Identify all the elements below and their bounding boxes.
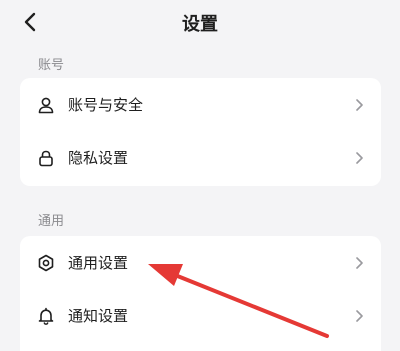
chevron-right-icon (353, 256, 365, 269)
page-title: 设置 (182, 14, 218, 35)
lock-icon (37, 149, 55, 167)
bell-icon (37, 307, 55, 325)
person-icon (37, 96, 55, 114)
top-bar: 设置 (0, 0, 400, 46)
general-settings-item[interactable]: 通用设置 (20, 236, 381, 289)
notification-settings-item[interactable]: 通知设置 (20, 289, 381, 342)
chevron-right-icon (353, 151, 365, 164)
privacy-settings-item[interactable]: 隐私设置 (20, 131, 381, 184)
general-settings-label: 通用设置 (68, 254, 129, 272)
general-card: 通用设置 通知设置 (20, 236, 381, 351)
gear-icon (37, 254, 55, 272)
chevron-right-icon (353, 98, 365, 111)
account-card: 账号与安全 隐私设置 (20, 78, 381, 186)
privacy-settings-label: 隐私设置 (68, 149, 129, 167)
notification-settings-label: 通知设置 (68, 307, 129, 325)
section-label-general: 通用 (38, 214, 65, 229)
account-security-item[interactable]: 账号与安全 (20, 78, 381, 131)
account-security-label: 账号与安全 (68, 96, 144, 114)
chevron-right-icon (353, 309, 365, 322)
section-label-account: 账号 (38, 58, 65, 73)
